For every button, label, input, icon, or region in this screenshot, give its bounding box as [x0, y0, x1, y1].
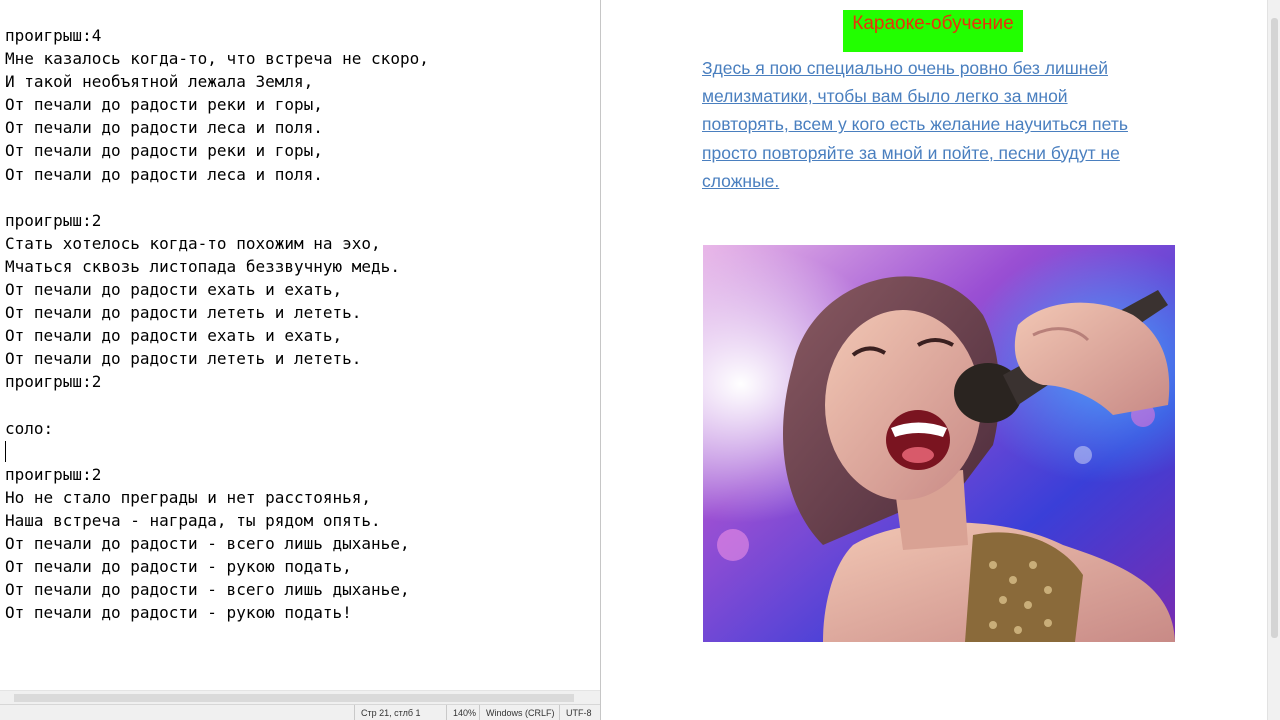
editor-line: От печали до радости реки и горы, — [5, 141, 323, 161]
vertical-scrollbar-thumb[interactable] — [1271, 18, 1278, 638]
editor-line: И такой необъятной лежала Земля, — [5, 72, 314, 92]
paragraph-line: Здесь я пою специально очень ровно без л… — [702, 58, 1108, 78]
status-zoom-level: 140% — [446, 705, 479, 720]
singer-with-microphone-illustration — [703, 245, 1175, 642]
editor-lines: проигрыш:4 Мне казалось когда-то, что вст… — [0, 0, 600, 624]
editor-line: От печали до радости реки и горы, — [5, 95, 323, 115]
editor-line — [5, 440, 600, 463]
editor-line: От печали до радости ехать и ехать, — [5, 326, 343, 346]
editor-line: От печали до радости - рукою подать! — [5, 603, 352, 623]
editor-line: От печали до радости ехать и ехать, — [5, 280, 343, 300]
editor-line: От печали до радости - всего лишь дыхань… — [5, 580, 410, 600]
status-encoding: UTF-8 — [559, 705, 600, 720]
status-line-endings: Windows (CRLF) — [479, 705, 559, 720]
editor-line: Мчаться сквозь листопада беззвучную медь… — [5, 256, 400, 276]
singer-photo — [703, 245, 1175, 642]
editor-line: проигрыш:2 — [5, 372, 102, 392]
notepad-window: проигрыш:4 Мне казалось когда-то, что вст… — [0, 0, 600, 720]
editor-line: От печали до радости - всего лишь дыхань… — [5, 534, 410, 554]
text-caret — [5, 440, 6, 462]
editor-line: соло: — [5, 418, 54, 438]
vertical-scrollbar[interactable] — [1267, 0, 1280, 720]
document-view: Караоке-обучение Здесь я пою специально … — [601, 0, 1267, 720]
editor-line: Наша встреча - награда, ты рядом опять. — [5, 510, 381, 530]
editor-line: проигрыш:2 — [5, 464, 102, 484]
paragraph-line: сложные. — [702, 170, 780, 191]
editor-line: проигрыш:4 — [5, 26, 102, 45]
document-paragraph[interactable]: Здесь я пою специально очень ровно без л… — [702, 54, 1172, 195]
editor-line: От печали до радости лететь и лететь. — [5, 303, 362, 323]
editor-line: От печали до радости леса и поля. — [5, 118, 323, 138]
editor-line: Мне казалось когда-то, что встреча не ск… — [5, 49, 429, 69]
status-cursor-position: Стр 21, стлб 1 — [354, 705, 446, 720]
horizontal-scrollbar-thumb[interactable] — [14, 694, 574, 702]
editor-line: От печали до радости - рукою подать, — [5, 557, 352, 577]
editor-line: От печали до радости лететь и лететь. — [5, 349, 362, 369]
editor-line: проигрыш:2 — [5, 210, 102, 230]
paragraph-line: мелизматики, чтобы вам было легко за мно… — [702, 86, 1068, 107]
editor-line: Стать хотелось когда-то похожим на эхо, — [5, 233, 381, 253]
document-title: Караоке-обучение — [843, 10, 1023, 52]
editor-line: Но не стало преграды и нет расстоянья, — [5, 487, 372, 507]
paragraph-line: просто повторяйте за мной и пойте, песни… — [702, 142, 1120, 163]
status-bar: Стр 21, стлб 1 140% Windows (CRLF) UTF-8 — [0, 704, 600, 720]
text-editor-area[interactable]: проигрыш:4 Мне казалось когда-то, что вст… — [0, 0, 600, 690]
editor-line: От печали до радости леса и поля. — [5, 164, 323, 184]
horizontal-scrollbar[interactable] — [0, 690, 600, 705]
paragraph-line: повторять, всем у кого есть желание науч… — [702, 114, 1128, 135]
